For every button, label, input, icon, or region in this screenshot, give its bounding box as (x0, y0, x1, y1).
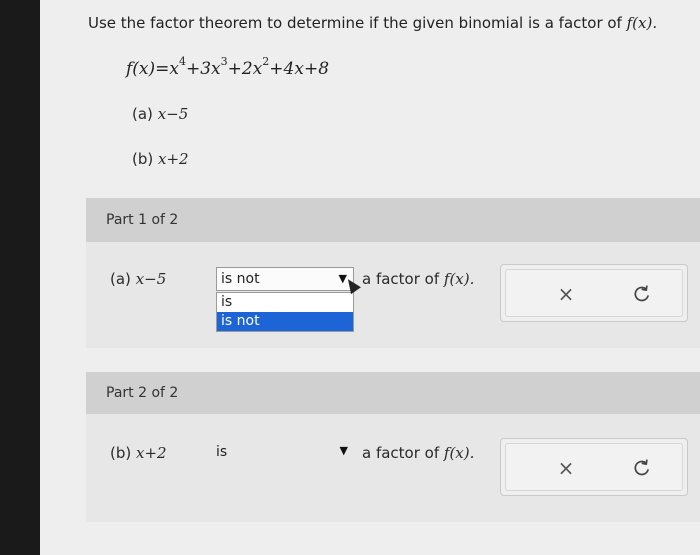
item-a-binomial: x−5 (157, 105, 189, 123)
part-1-binomial: x−5 (135, 270, 167, 288)
part-1-answer-select[interactable]: is not ▼ (216, 267, 354, 291)
poly-term-1: f(x)=x (126, 59, 179, 79)
part-1-action-box: × (500, 264, 688, 322)
part-1-row-label: (a) x−5 (110, 270, 166, 288)
question-prompt: Use the factor theorem to determine if t… (88, 14, 657, 32)
poly-term-4: +4x+8 (269, 59, 330, 79)
part-2-after-label: a factor of (362, 444, 444, 462)
item-a-label: (a) (132, 105, 153, 123)
part-1-item-label: (a) (110, 270, 131, 288)
part-2-action-box: × (500, 438, 688, 496)
redo-button[interactable] (632, 458, 652, 478)
part-1-dropdown-list: is is not (216, 292, 354, 332)
part-1-action-inner: × (505, 269, 683, 317)
prompt-function: f(x). (626, 14, 658, 32)
poly-exp-1: 4 (178, 55, 186, 68)
part-1-after-text: a factor of f(x). (362, 270, 474, 288)
redo-icon (634, 459, 649, 476)
part-2-after-function: f(x). (443, 444, 475, 462)
part-2-answer-select[interactable]: is ▼ (216, 444, 354, 464)
item-b-label: (b) (132, 150, 154, 168)
part-1-select-value: is not (221, 271, 260, 287)
clear-button[interactable]: × (556, 284, 576, 304)
part-2: Part 2 of 2 (b) x+2 is ▼ a factor of f(x… (86, 372, 700, 522)
poly-exp-2: 3 (220, 55, 228, 68)
polynomial: f(x)=x4+3x3+2x2+4x+8 (126, 55, 329, 79)
part-2-row-label: (b) x+2 (110, 444, 167, 462)
problem-screen: Use the factor theorem to determine if t… (40, 0, 700, 555)
option-is-not[interactable]: is not (217, 312, 353, 331)
option-is[interactable]: is (217, 293, 353, 312)
clear-button[interactable]: × (556, 458, 576, 478)
item-b: (b) x+2 (132, 150, 189, 168)
part-2-binomial: x+2 (136, 444, 167, 462)
part-2-action-inner: × (505, 443, 683, 491)
item-a: (a) x−5 (132, 105, 188, 123)
part-2-after-text: a factor of f(x). (362, 444, 474, 462)
part-1-header: Part 1 of 2 (86, 198, 700, 242)
dropdown-arrow-icon[interactable]: ▼ (340, 444, 348, 457)
redo-icon (634, 285, 649, 302)
part-1-after-function: f(x). (443, 270, 475, 288)
redo-button[interactable] (632, 284, 652, 304)
poly-term-3: +2x (227, 59, 263, 79)
item-b-binomial: x+2 (158, 150, 189, 168)
part-2-header: Part 2 of 2 (86, 372, 700, 414)
part-1-after-label: a factor of (362, 270, 444, 288)
poly-term-2: +3x (185, 59, 221, 79)
prompt-text: Use the factor theorem to determine if t… (88, 14, 627, 32)
part-1: Part 1 of 2 (a) x−5 is not ▼ is is not a… (86, 198, 700, 348)
part-2-select-value: is (216, 444, 228, 460)
part-2-item-label: (b) (110, 444, 132, 462)
